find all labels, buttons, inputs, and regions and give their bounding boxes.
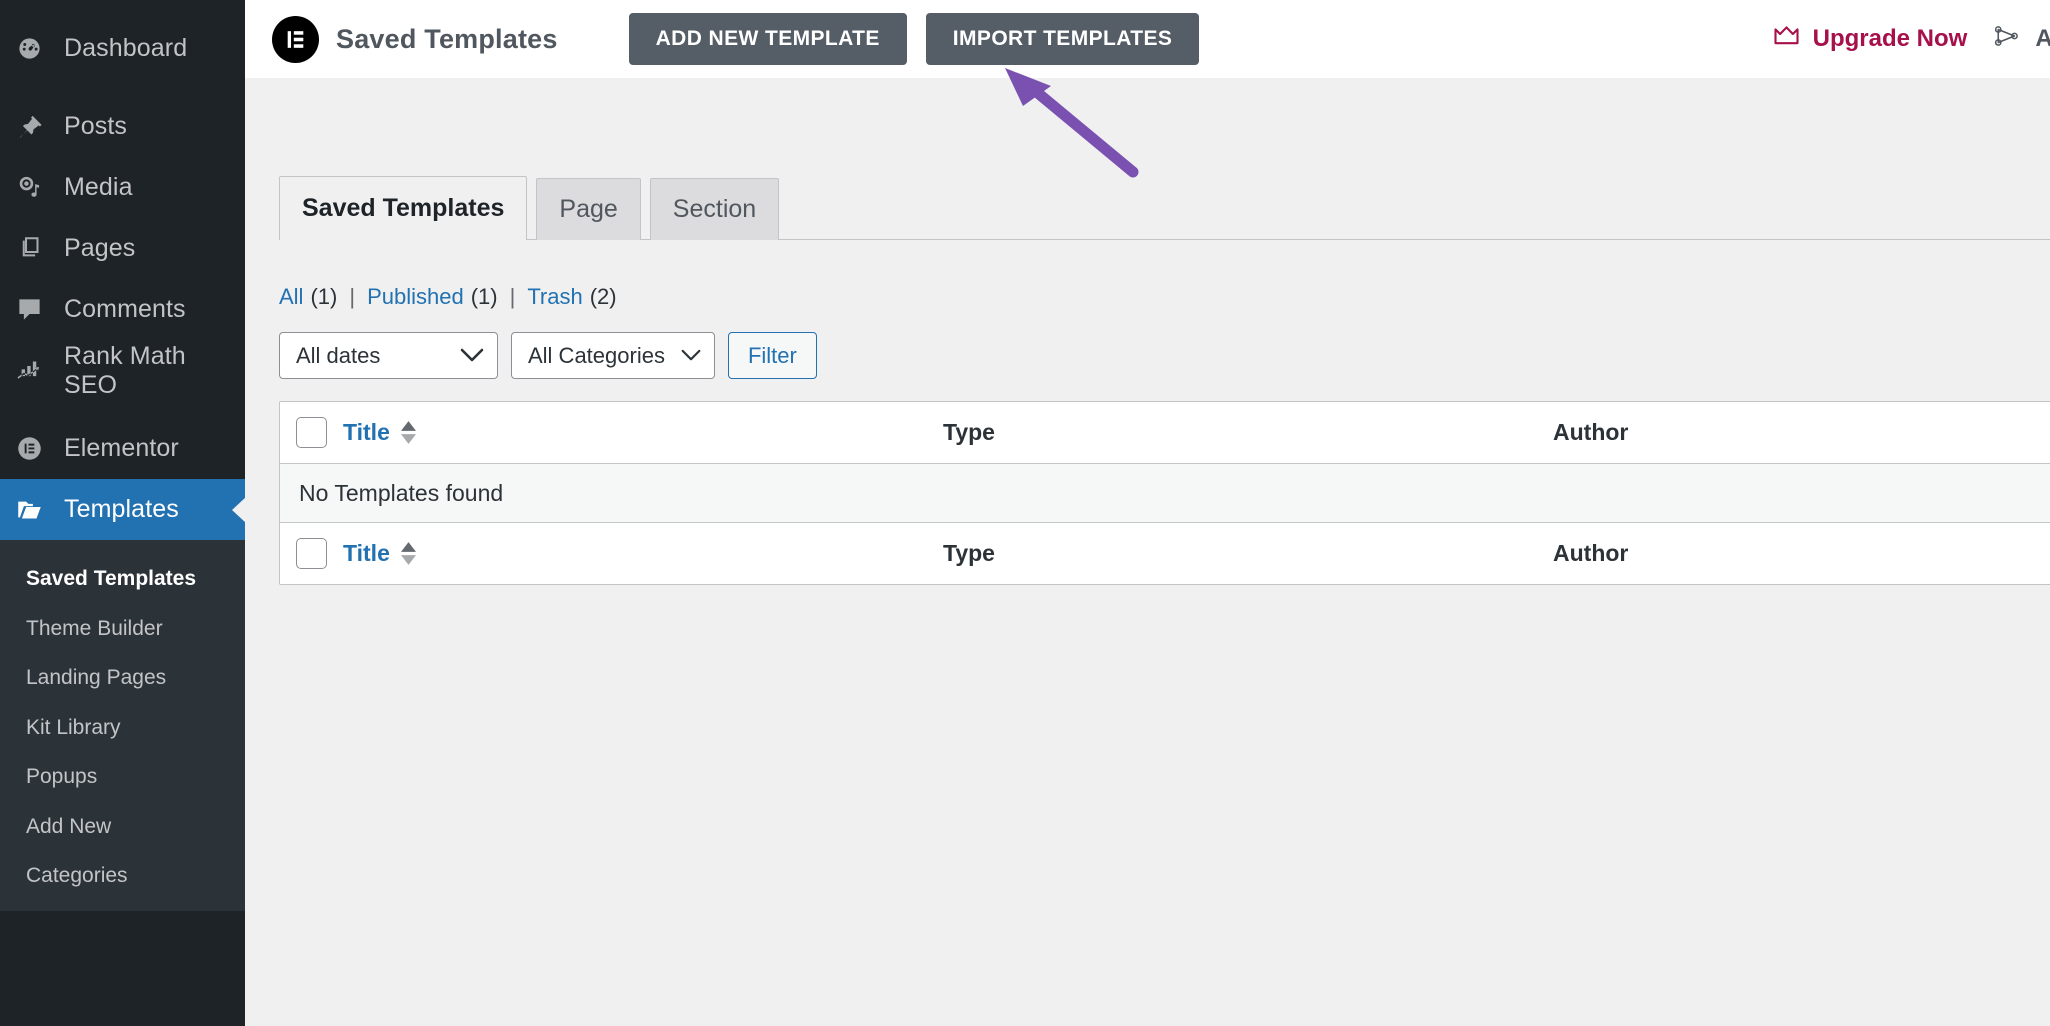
admin-screen: Dashboard Posts Media Pages Comments Ran…	[0, 0, 2050, 1026]
filter-divider: |	[509, 284, 516, 309]
submenu-item-kit-library[interactable]: Kit Library	[0, 703, 245, 753]
tab-saved-templates[interactable]: Saved Templates	[279, 176, 528, 241]
template-type-tabs: Saved Templates Page Section	[279, 176, 2050, 241]
active-pointer	[232, 496, 246, 523]
filter-link-trash[interactable]: Trash	[527, 284, 582, 310]
sidebar-item-label: Elementor	[64, 434, 179, 462]
tab-page[interactable]: Page	[536, 178, 641, 240]
page-title: Saved Templates	[336, 23, 558, 54]
dashboard-icon	[16, 35, 58, 62]
admin-sidebar: Dashboard Posts Media Pages Comments Ran…	[0, 0, 246, 1026]
filter-link-published[interactable]: Published	[367, 284, 464, 310]
sidebar-item-pages[interactable]: Pages	[0, 218, 245, 279]
categories-filter-value: All Categories	[528, 342, 665, 368]
filter-count-all: (1)	[310, 284, 338, 309]
sidebar-item-dashboard[interactable]: Dashboard	[0, 18, 245, 79]
pin-icon	[16, 113, 58, 140]
status-filter-links: All (1) | Published (1) | Trash (2)	[279, 284, 2050, 310]
column-author-footer: Author	[1553, 540, 1629, 566]
column-author: Author	[1553, 419, 1629, 445]
sidebar-item-rank-math-seo[interactable]: Rank Math SEO	[0, 340, 245, 401]
submenu-item-popups[interactable]: Popups	[0, 752, 245, 802]
table-footer-row: Title Type Author	[280, 522, 2050, 584]
sidebar-item-templates[interactable]: Templates	[0, 479, 246, 540]
addons-link[interactable]: Add-	[1993, 23, 2050, 56]
comments-icon	[16, 296, 58, 323]
submenu-item-add-new[interactable]: Add New	[0, 802, 245, 852]
submenu-item-theme-builder[interactable]: Theme Builder	[0, 604, 245, 654]
templates-submenu: Saved Templates Theme Builder Landing Pa…	[0, 540, 245, 911]
sidebar-item-label: Rank Math SEO	[64, 341, 186, 399]
sort-arrows-icon[interactable]	[400, 542, 416, 565]
main-area: Saved Templates ADD NEW TEMPLATE IMPORT …	[245, 0, 2050, 1026]
sidebar-item-posts[interactable]: Posts	[0, 96, 245, 157]
rank-math-icon	[16, 357, 58, 384]
table-header-row: Title Type Author	[280, 402, 2050, 464]
add-new-template-button[interactable]: ADD NEW TEMPLATE	[628, 13, 907, 65]
submenu-item-saved-templates[interactable]: Saved Templates	[0, 554, 245, 604]
filter-divider: |	[349, 284, 356, 309]
topbar-right: Upgrade Now Add-	[1773, 0, 2050, 78]
addons-label: Add-	[2035, 25, 2050, 52]
elementor-topbar: Saved Templates ADD NEW TEMPLATE IMPORT …	[245, 0, 2050, 78]
select-all-cell-footer	[280, 538, 343, 569]
column-title: Title	[343, 419, 943, 446]
share-nodes-icon	[1993, 23, 2023, 56]
import-templates-button[interactable]: IMPORT TEMPLATES	[925, 13, 1200, 65]
upgrade-now-label: Upgrade Now	[1812, 25, 1968, 52]
sort-title-link-footer[interactable]: Title	[343, 540, 390, 567]
templates-table: Title Type Author No Templates found Tit…	[279, 401, 2050, 585]
sort-title-link[interactable]: Title	[343, 419, 390, 446]
pages-icon	[16, 235, 58, 262]
submenu-item-categories[interactable]: Categories	[0, 851, 245, 901]
sidebar-item-elementor[interactable]: Elementor	[0, 418, 245, 479]
elementor-logo-icon	[272, 15, 319, 63]
column-type-footer: Type	[943, 540, 995, 566]
media-icon	[16, 174, 58, 201]
dates-filter-select[interactable]: All dates	[279, 332, 498, 379]
categories-filter-select[interactable]: All Categories	[511, 332, 715, 379]
sidebar-item-comments[interactable]: Comments	[0, 279, 245, 340]
chevron-down-icon	[460, 348, 484, 363]
tab-section[interactable]: Section	[649, 178, 780, 240]
submenu-item-landing-pages[interactable]: Landing Pages	[0, 653, 245, 703]
select-all-cell	[280, 417, 343, 448]
filter-count-published: (1)	[470, 284, 498, 309]
column-type: Type	[943, 419, 995, 445]
sidebar-item-label: Comments	[64, 295, 186, 323]
sidebar-item-media[interactable]: Media	[0, 157, 245, 218]
sidebar-item-label: Posts	[64, 112, 128, 140]
folder-icon	[16, 496, 58, 523]
page-content: Saved Templates Page Section All (1) | P…	[245, 176, 2050, 585]
annotation-arrow	[985, 62, 1145, 187]
select-all-checkbox[interactable]	[296, 417, 327, 448]
select-all-checkbox-footer[interactable]	[296, 538, 327, 569]
sidebar-item-label: Dashboard	[64, 34, 188, 62]
elementor-icon	[16, 435, 58, 462]
sidebar-divider	[0, 401, 245, 418]
filter-count-trash: (2)	[589, 284, 617, 309]
no-templates-message: No Templates found	[299, 479, 504, 506]
crown-icon	[1773, 25, 1800, 54]
filter-link-all[interactable]: All	[279, 284, 303, 310]
upgrade-now-link[interactable]: Upgrade Now	[1773, 25, 1968, 54]
dates-filter-value: All dates	[296, 342, 381, 368]
sidebar-item-label: Templates	[64, 495, 179, 523]
table-empty-row: No Templates found	[280, 464, 2050, 522]
topbar-actions: ADD NEW TEMPLATE IMPORT TEMPLATES	[628, 13, 1200, 65]
column-title-footer: Title	[343, 540, 943, 567]
chevron-down-icon	[681, 349, 701, 362]
sidebar-item-label: Pages	[64, 234, 136, 262]
sort-arrows-icon[interactable]	[400, 421, 416, 444]
filter-button[interactable]: Filter	[727, 332, 817, 379]
sidebar-item-label: Media	[64, 173, 133, 201]
table-nav: All dates All Categories Filter	[279, 332, 2050, 379]
brand: Saved Templates	[272, 15, 558, 63]
sidebar-divider	[0, 79, 245, 96]
